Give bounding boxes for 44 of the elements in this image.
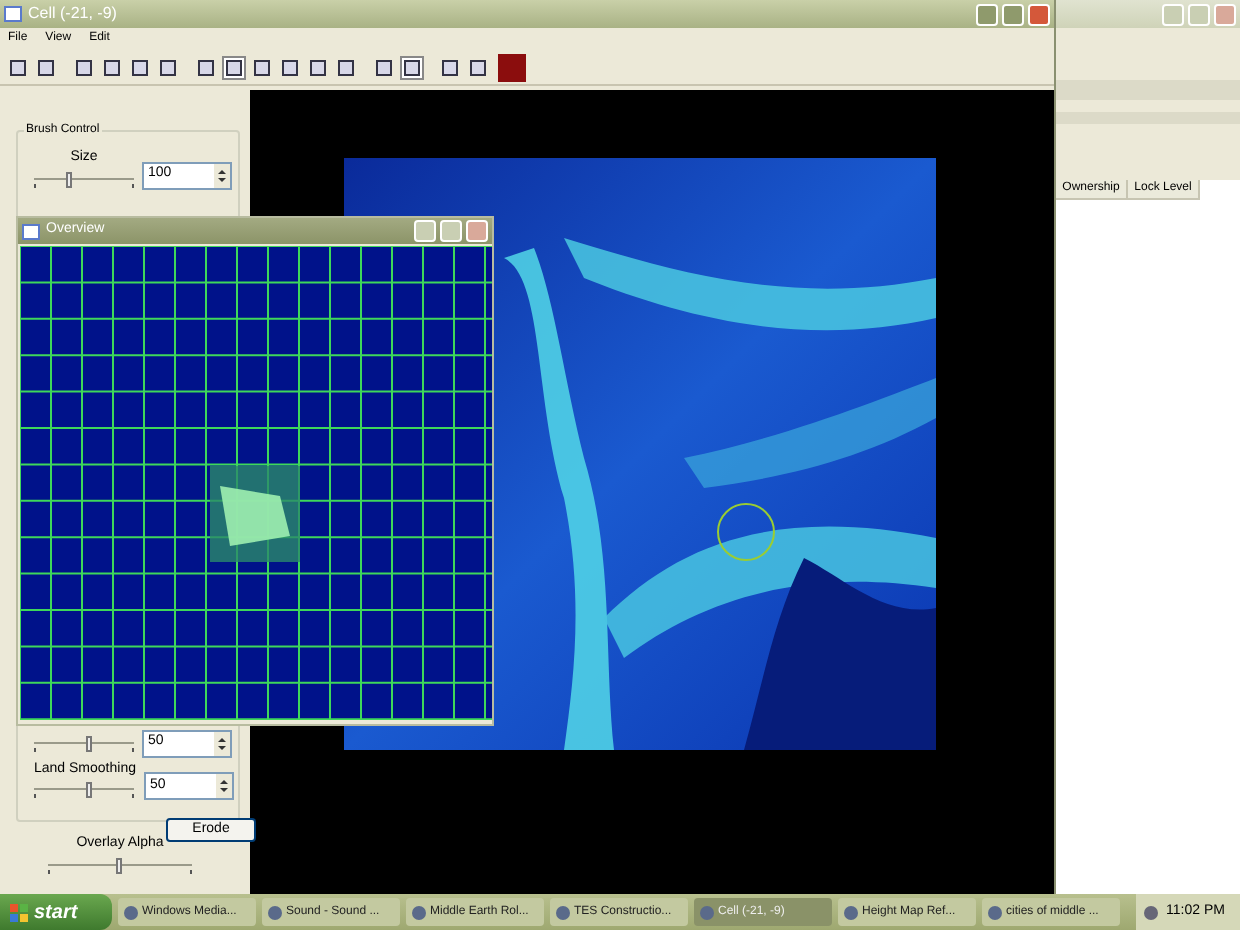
tool-icon[interactable] [372,55,396,79]
slider-thumb[interactable] [65,171,71,187]
slider[interactable] [34,169,134,189]
minimize-button[interactable] [976,3,998,25]
app-icon [124,905,138,919]
tool-icon[interactable] [222,55,246,79]
slider[interactable] [48,855,192,875]
tool-icon[interactable] [334,55,358,79]
spinner-arrows-icon[interactable] [214,163,230,187]
app-icon [412,905,426,919]
start-button[interactable]: start [0,894,112,930]
spinner-arrows-icon[interactable] [214,731,230,755]
app-icon [844,905,858,919]
color-swatch[interactable] [498,53,526,81]
tool-icon[interactable] [250,55,274,79]
tool-icon[interactable] [400,55,424,79]
close-button[interactable] [1028,3,1050,25]
slider[interactable] [34,733,134,753]
tool-icon[interactable] [6,55,30,79]
tool-icon[interactable] [466,55,490,79]
tool-icon[interactable] [278,55,302,79]
maximize-button[interactable] [1002,3,1024,25]
app-icon [988,905,1002,919]
slider-thumb[interactable] [85,782,92,798]
slider-thumb[interactable] [85,735,91,751]
slider-thumb[interactable] [116,857,122,873]
tool-icon[interactable] [438,55,462,79]
tool-icon[interactable] [72,55,96,79]
window-icon [4,6,22,22]
spinner-arrows-icon[interactable] [215,774,232,798]
window-title: Cell (-21, -9) [28,2,119,26]
tool-icon[interactable] [128,55,152,79]
slider[interactable] [34,780,135,800]
tool-icon[interactable] [156,55,180,79]
app-icon [556,905,570,919]
clock-icon [1144,905,1158,919]
app-icon [700,905,714,919]
tool-icon[interactable] [306,55,330,79]
window-icon [22,223,40,239]
tool-icon[interactable] [34,55,58,79]
windows-flag-icon [10,903,28,921]
tool-icon[interactable] [194,55,218,79]
app-icon [268,905,282,919]
tool-icon[interactable] [100,55,124,79]
